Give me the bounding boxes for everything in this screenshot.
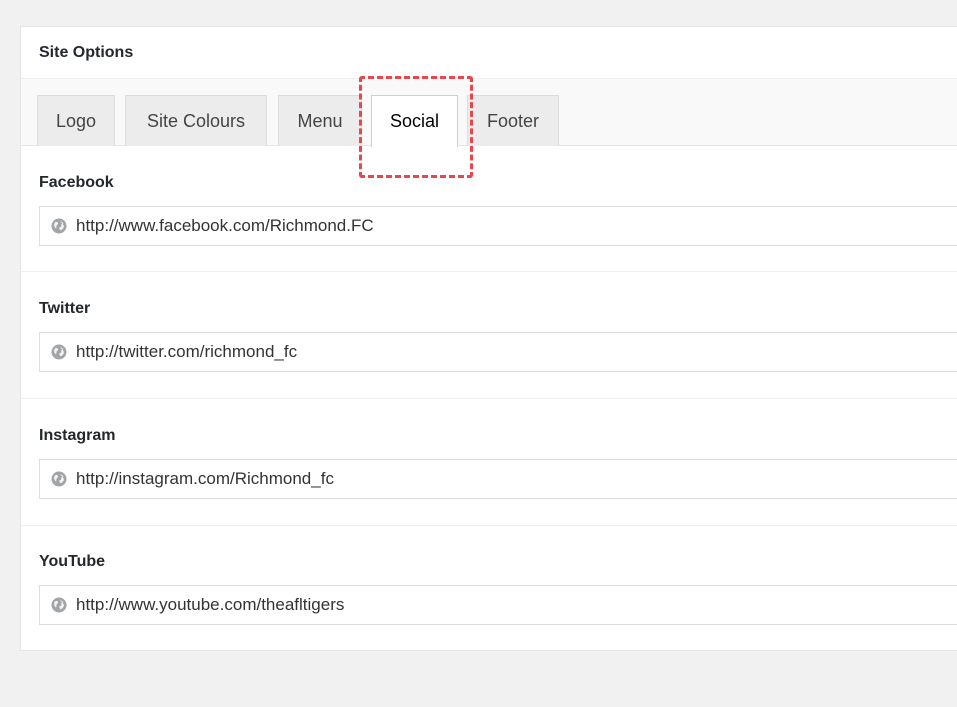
field-twitter: Twitter http://twitter.com/richmond_fc [39,299,957,372]
tab-site-colours[interactable]: Site Colours [125,95,267,146]
globe-icon [51,597,67,613]
field-label-twitter: Twitter [39,300,91,317]
youtube-url-value: http://www.youtube.com/theafltigers [76,595,345,614]
twitter-url-input[interactable]: http://twitter.com/richmond_fc [39,332,957,372]
field-label-instagram: Instagram [39,427,116,444]
globe-icon [51,218,67,234]
tab-bar: Logo Site Colours Menu Social Footer [21,79,957,147]
tab-menu[interactable]: Menu [278,95,362,146]
field-facebook: Facebook http://www.facebook.com/Richmon… [39,173,957,246]
instagram-url-input[interactable]: http://instagram.com/Richmond_fc [39,459,957,499]
field-youtube: YouTube http://www.youtube.com/theafltig… [39,552,957,625]
twitter-url-value: http://twitter.com/richmond_fc [76,342,298,361]
divider [21,271,957,272]
tab-footer[interactable]: Footer [467,95,559,146]
field-label-facebook: Facebook [39,174,114,191]
youtube-url-input[interactable]: http://www.youtube.com/theafltigers [39,585,957,625]
field-label-youtube: YouTube [39,553,106,570]
globe-icon [51,344,67,360]
tab-social[interactable]: Social [371,95,458,147]
field-instagram: Instagram http://instagram.com/Richmond_… [39,426,957,499]
facebook-url-value: http://www.facebook.com/Richmond.FC [76,216,374,235]
panel-title: Site Options [21,27,957,79]
divider [21,525,957,526]
instagram-url-value: http://instagram.com/Richmond_fc [76,469,334,488]
divider [21,398,957,399]
site-options-panel: Site Options Logo Site Colours Menu Soci… [20,26,957,651]
tab-logo[interactable]: Logo [37,95,115,146]
globe-icon [51,471,67,487]
facebook-url-input[interactable]: http://www.facebook.com/Richmond.FC [39,206,957,246]
